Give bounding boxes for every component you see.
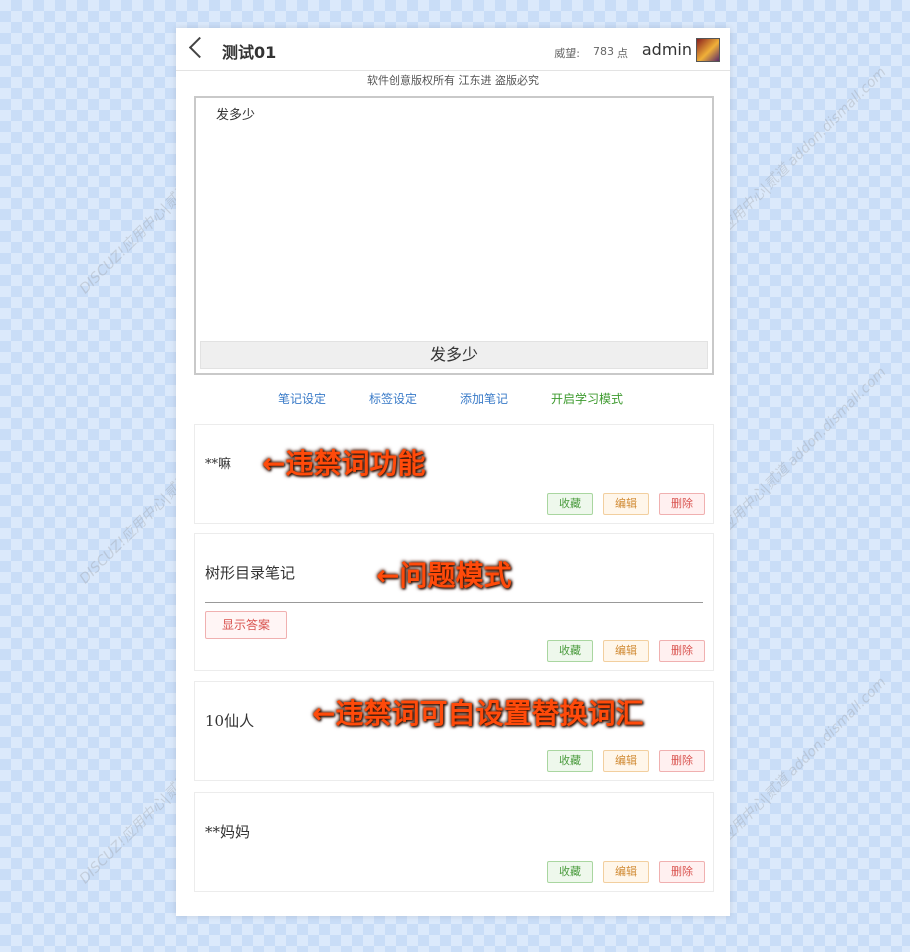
delete-button[interactable]: 删除	[659, 861, 705, 883]
prestige-value: 783	[593, 45, 614, 58]
username[interactable]: admin	[642, 40, 692, 59]
tag-settings-link[interactable]: 标签设定	[369, 390, 417, 407]
annotation-question-mode: ←问题模式	[376, 559, 512, 592]
page-title: 测试01	[222, 43, 277, 62]
edit-button[interactable]: 编辑	[603, 750, 649, 772]
annotation-replacement-words: ←违禁词可自设置替换词汇	[312, 697, 644, 730]
avatar[interactable]	[696, 38, 720, 62]
edit-button[interactable]: 编辑	[603, 493, 649, 515]
note-text: 树形目录笔记	[205, 564, 296, 582]
delete-button[interactable]: 删除	[659, 750, 705, 772]
note-settings-link[interactable]: 笔记设定	[278, 390, 326, 407]
edit-button[interactable]: 编辑	[603, 640, 649, 662]
note-text: **嘛	[205, 457, 232, 472]
favorite-button[interactable]: 收藏	[547, 750, 593, 772]
annotation-banned-words: ←违禁词功能	[262, 447, 426, 480]
submit-button[interactable]: 发多少	[200, 341, 708, 369]
mobile-page: 测试01 威望: 783 点 admin 软件创意版权所有 江东进 盗版必究 发…	[176, 28, 730, 916]
chevron-left-icon[interactable]	[188, 36, 211, 59]
delete-button[interactable]: 删除	[659, 493, 705, 515]
prestige-label: 威望:	[554, 47, 580, 60]
delete-button[interactable]: 删除	[659, 640, 705, 662]
copyright-notice: 软件创意版权所有 江东进 盗版必究	[367, 74, 539, 87]
note-card: **妈妈 收藏 编辑 删除	[194, 792, 714, 892]
note-text: 10仙人	[205, 712, 255, 730]
edit-button[interactable]: 编辑	[603, 861, 649, 883]
note-editor[interactable]: 发多少 发多少	[194, 96, 714, 375]
divider	[205, 602, 703, 603]
add-note-link[interactable]: 添加笔记	[460, 390, 508, 407]
favorite-button[interactable]: 收藏	[547, 493, 593, 515]
note-text: **妈妈	[205, 823, 251, 841]
editor-content[interactable]: 发多少	[216, 104, 255, 123]
top-bar: 测试01 威望: 783 点 admin	[176, 28, 730, 71]
favorite-button[interactable]: 收藏	[547, 640, 593, 662]
prestige-unit: 点	[617, 47, 628, 60]
show-answer-button[interactable]: 显示答案	[205, 611, 287, 639]
note-toolbar: 笔记设定 标签设定 添加笔记 开启学习模式	[176, 390, 730, 410]
favorite-button[interactable]: 收藏	[547, 861, 593, 883]
study-mode-link[interactable]: 开启学习模式	[551, 390, 623, 407]
